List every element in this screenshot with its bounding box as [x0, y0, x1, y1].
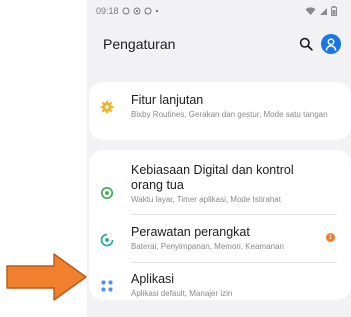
device-care-title: Perawatan perangkat — [131, 225, 250, 239]
gallery-icon — [133, 7, 141, 15]
notification-dot-icon — [155, 9, 158, 13]
settings-card-top: Fitur lanjutan Bixby Routines, Gerakan d… — [89, 82, 351, 140]
signal-icon — [320, 7, 327, 15]
status-time: 09:18 — [96, 6, 119, 16]
device-care-icon — [99, 232, 115, 248]
apps-grid-icon — [99, 278, 115, 294]
divider — [131, 262, 337, 263]
gear-plus-icon — [99, 99, 115, 115]
settings-card-bottom: Kebiasaan Digital dan kontrol orang tua … — [89, 150, 351, 300]
device-care-subtitle: Baterai, Penyimpanan, Memori, Keamanan — [131, 242, 284, 251]
settings-item-device-care[interactable]: Perawatan perangkat Baterai, Penyimpanan… — [89, 225, 351, 252]
wifi-icon — [305, 6, 316, 15]
apps-subtitle: Aplikasi default, Manajer izin — [131, 289, 233, 298]
settings-item-advanced-features[interactable]: Fitur lanjutan Bixby Routines, Gerakan d… — [89, 93, 351, 120]
settings-item-apps[interactable]: Aplikasi Aplikasi default, Manajer izin — [89, 272, 351, 299]
settings-item-digital-wellbeing[interactable]: Kebiasaan Digital dan kontrol orang tua … — [89, 163, 351, 205]
app-bar-actions — [299, 34, 341, 54]
digital-wellbeing-subtitle: Waktu layar, Timer aplikasi, Mode Istira… — [131, 195, 281, 204]
settings-screen: 09:18 Pengaturan Fitur lanjutan Bixby Ro… — [87, 0, 351, 317]
apps-title: Aplikasi — [131, 272, 175, 286]
page-title: Pengaturan — [103, 36, 176, 52]
advanced-features-subtitle: Bixby Routines, Gerakan dan gestur, Mode… — [131, 110, 328, 119]
search-icon[interactable] — [299, 37, 313, 51]
wellbeing-icon — [99, 185, 115, 201]
pointer-arrow-icon — [6, 253, 87, 301]
circle-icon — [122, 7, 130, 15]
status-bar: 09:18 — [87, 0, 351, 22]
battery-icon — [331, 6, 337, 16]
notification-badge: 1 — [326, 233, 335, 242]
divider — [131, 214, 337, 215]
status-right — [305, 6, 337, 16]
digital-wellbeing-title: Kebiasaan Digital dan kontrol orang tua — [131, 163, 294, 192]
person-icon — [325, 37, 337, 51]
account-avatar-button[interactable] — [321, 34, 341, 54]
status-left: 09:18 — [96, 6, 159, 16]
whatsapp-icon — [144, 7, 152, 15]
advanced-features-title: Fitur lanjutan — [131, 93, 204, 107]
app-bar: Pengaturan — [87, 26, 351, 62]
